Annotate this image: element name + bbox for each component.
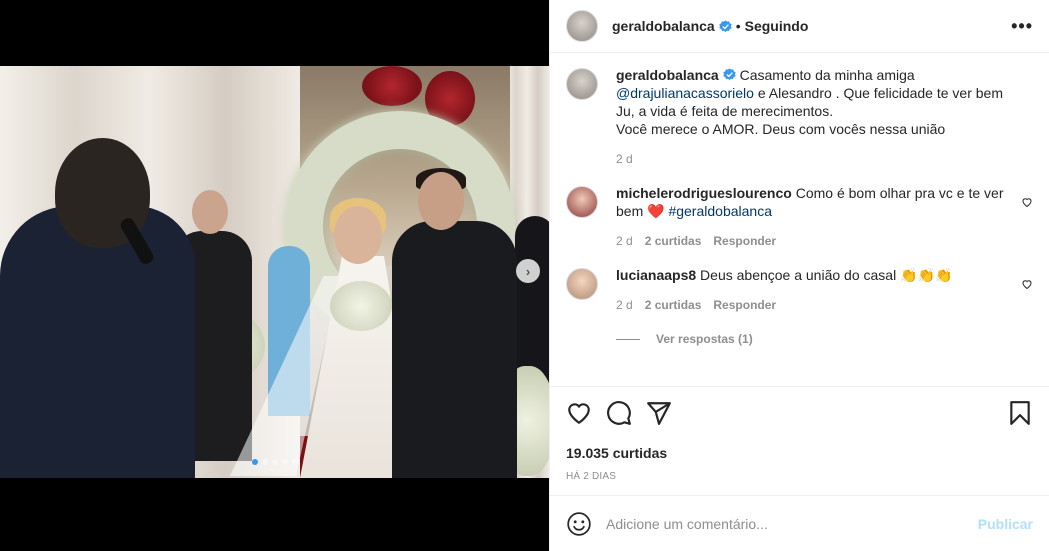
view-replies-label: Ver respostas (1) (656, 332, 753, 346)
author-username[interactable]: geraldobalanca (612, 18, 715, 34)
likes-count[interactable]: 19.035 curtidas (566, 445, 1033, 461)
carousel-dot (261, 459, 268, 465)
bouquet (330, 281, 392, 331)
action-icons (566, 399, 1033, 427)
comment-icon[interactable] (606, 400, 632, 426)
red-flowers (362, 66, 422, 106)
carousel-dot (271, 459, 278, 465)
post-media: › (0, 0, 549, 551)
separator: • (735, 18, 741, 34)
smiley-icon[interactable] (566, 511, 592, 537)
carousel-dot (251, 459, 258, 465)
avatar[interactable] (566, 186, 598, 218)
avatar[interactable] (566, 10, 598, 42)
verified-badge-icon (719, 19, 732, 32)
comment-hashtag[interactable]: #geraldobalanca (665, 203, 772, 219)
carousel-dots (0, 459, 549, 465)
publish-button[interactable]: Publicar (978, 516, 1033, 532)
groom (392, 221, 517, 478)
caption-body: geraldobalanca Casamento da minha amiga … (616, 66, 1033, 168)
photographer-head (192, 190, 228, 234)
following-button[interactable]: Seguindo (745, 18, 809, 34)
caption-text-line2: Você merece o AMOR. Deus com vocês nessa… (616, 121, 946, 137)
post-date[interactable]: HÁ 2 DIAS (566, 471, 1033, 482)
like-comment-icon[interactable] (1021, 196, 1033, 208)
caption: geraldobalanca Casamento da minha amiga … (566, 66, 1033, 168)
wedding-photo[interactable] (0, 66, 549, 478)
avatar[interactable] (566, 68, 598, 100)
groom-head (418, 172, 464, 230)
heart-emoji: ❤️ (647, 203, 665, 219)
caption-text: Casamento da minha amiga (735, 67, 915, 83)
caption-meta: 2 d (616, 150, 1005, 168)
comments-list: geraldobalanca Casamento da minha amiga … (566, 66, 1033, 384)
comment-username[interactable]: michelerodrigueslourenco (616, 185, 792, 201)
comment-likes[interactable]: 2 curtidas (645, 232, 702, 250)
chevron-right-icon[interactable]: › (516, 259, 540, 283)
share-icon[interactable] (646, 400, 672, 426)
carousel-dot (291, 459, 298, 465)
bookmark-icon[interactable] (1007, 400, 1033, 426)
comment: michelerodrigueslourenco Como é bom olha… (566, 184, 1033, 250)
post-header: geraldobalanca • Seguindo ••• (550, 0, 1049, 53)
post-actions: 19.035 curtidas HÁ 2 DIAS (550, 386, 1049, 482)
bride-head (334, 206, 382, 264)
comment: lucianaaps8 Deus abençoe a união do casa… (566, 266, 1033, 314)
comment-input[interactable] (606, 515, 966, 532)
more-options-icon[interactable]: ••• (1011, 16, 1033, 37)
comment-body: michelerodrigueslourenco Como é bom olha… (616, 184, 1033, 250)
reply-button[interactable]: Responder (713, 232, 776, 250)
post-modal: › geraldobalanca • Seguindo ••• geraldob… (0, 0, 1049, 551)
avatar[interactable] (566, 268, 598, 300)
caption-age[interactable]: 2 d (616, 150, 633, 168)
add-comment-bar: Publicar (550, 495, 1049, 551)
clap-emoji: 👏👏👏 (900, 267, 953, 283)
reply-button[interactable]: Responder (713, 296, 776, 314)
comment-age[interactable]: 2 d (616, 296, 633, 314)
caption-username[interactable]: geraldobalanca (616, 67, 719, 83)
comment-meta: 2 d 2 curtidas Responder (616, 296, 952, 314)
like-comment-icon[interactable] (1021, 278, 1033, 290)
caption-mention[interactable]: @drajulianacassorielo (616, 85, 754, 101)
view-replies-button[interactable]: Ver respostas (1) (616, 332, 1033, 346)
comment-text: Deus abençoe a união do casal (696, 267, 901, 283)
comment-body: lucianaaps8 Deus abençoe a união do casa… (616, 266, 980, 314)
verified-badge-icon (723, 68, 736, 81)
comment-meta: 2 d 2 curtidas Responder (616, 232, 1005, 250)
divider (616, 338, 640, 340)
post-panel: geraldobalanca • Seguindo ••• geraldobal… (549, 0, 1049, 551)
heart-icon[interactable] (566, 400, 592, 426)
comment-likes[interactable]: 2 curtidas (645, 296, 702, 314)
carousel-dot (281, 459, 288, 465)
comment-age[interactable]: 2 d (616, 232, 633, 250)
comment-username[interactable]: lucianaaps8 (616, 267, 696, 283)
